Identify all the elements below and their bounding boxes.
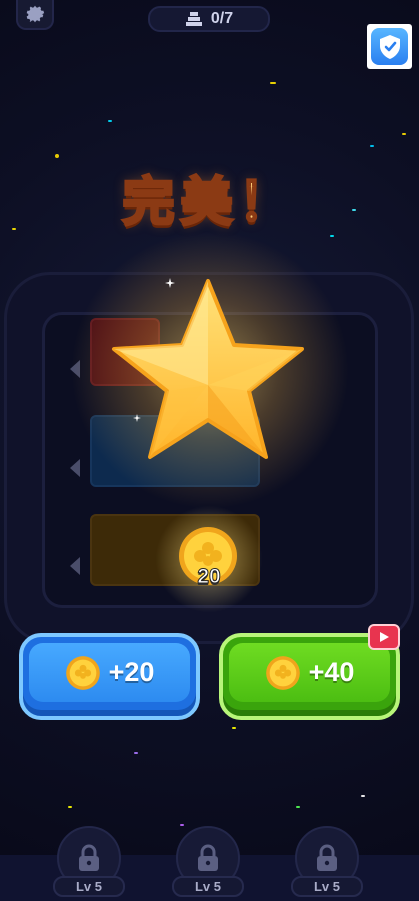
counter-text: 0/7 bbox=[210, 10, 234, 27]
lock-icon bbox=[198, 844, 218, 871]
coin-icon bbox=[65, 655, 100, 690]
level-label-1: Lv 5 bbox=[53, 876, 125, 897]
claim-button-label: +20 bbox=[108, 657, 155, 687]
settings-button[interactable] bbox=[16, 0, 54, 30]
top-bar: 0/7 bbox=[0, 0, 419, 40]
result-title: 完美！ bbox=[121, 172, 297, 235]
lock-icon bbox=[317, 844, 337, 871]
video-play-icon bbox=[380, 632, 389, 642]
move-counter: 0/7 bbox=[148, 6, 270, 32]
sparkle-icon bbox=[133, 414, 141, 422]
lock-icon bbox=[79, 844, 99, 871]
coin-icon bbox=[265, 655, 300, 690]
level-label-2: Lv 5 bbox=[172, 876, 244, 897]
video-ad-badge bbox=[368, 624, 400, 650]
slot-arrow-2 bbox=[70, 459, 80, 477]
stack-icon bbox=[185, 12, 202, 26]
claim-button[interactable]: +20 bbox=[19, 633, 200, 720]
slot-arrow-3 bbox=[70, 557, 80, 575]
level-label-3: Lv 5 bbox=[291, 876, 363, 897]
ad-claim-button-label: +40 bbox=[308, 657, 355, 687]
star-icon bbox=[112, 279, 304, 459]
privacy-shield-button[interactable] bbox=[367, 24, 412, 69]
shield-icon bbox=[379, 34, 400, 59]
coin-reward-label: 20 bbox=[197, 565, 221, 589]
sparkle-icon bbox=[165, 278, 175, 288]
gear-icon bbox=[26, 5, 45, 23]
